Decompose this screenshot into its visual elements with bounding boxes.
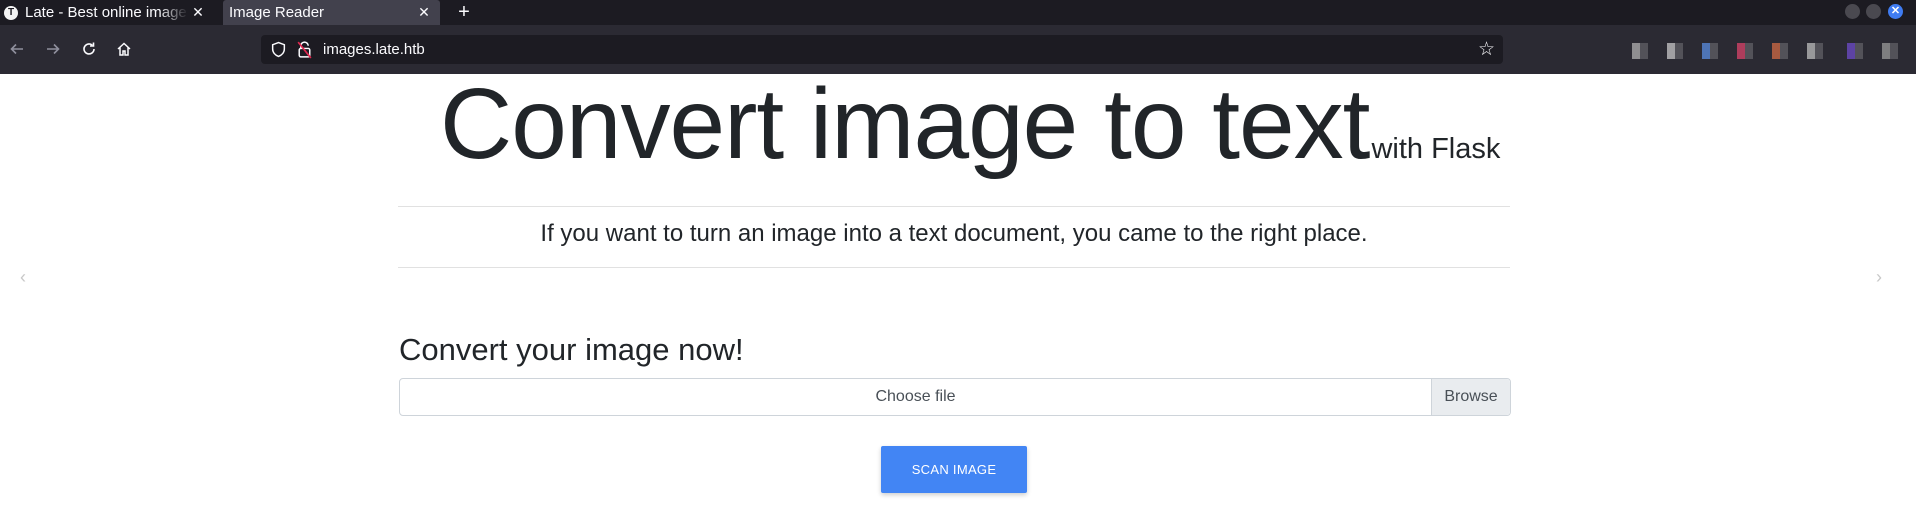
tab-title: Image Reader <box>229 4 325 21</box>
extension-icon[interactable] <box>1702 43 1718 59</box>
carousel-next-arrow-icon[interactable]: › <box>1876 267 1882 288</box>
hero-subtitle: with Flask <box>1371 133 1501 165</box>
carousel-prev-arrow-icon[interactable]: ‹ <box>20 267 26 288</box>
divider <box>398 206 1510 207</box>
page-content: ‹ › Convert image to textwith Flask If y… <box>0 68 1916 507</box>
tab-favicon: T <box>4 5 18 20</box>
scan-image-button[interactable]: SCAN IMAGE <box>881 446 1027 493</box>
choose-file-label[interactable]: Choose file <box>400 379 1431 415</box>
maximize-window-button[interactable] <box>1866 4 1881 19</box>
home-icon[interactable] <box>111 36 137 62</box>
form-heading: Convert your image now! <box>399 332 744 367</box>
extension-icon[interactable] <box>1882 43 1898 59</box>
forward-arrow-icon[interactable] <box>40 36 66 62</box>
back-arrow-icon[interactable] <box>4 36 30 62</box>
lead-text: If you want to turn an image into a text… <box>540 220 1368 247</box>
extension-icon[interactable] <box>1632 43 1648 59</box>
extension-icon[interactable] <box>1772 43 1788 59</box>
extension-icon[interactable] <box>1667 43 1683 59</box>
tab-late-home[interactable]: T Late - Best online image tools ✕ <box>0 0 214 25</box>
extension-icon[interactable] <box>1847 43 1863 59</box>
close-window-button[interactable]: ✕ <box>1888 4 1903 19</box>
insecure-lock-icon[interactable] <box>296 40 313 59</box>
new-tab-button[interactable]: + <box>453 0 475 25</box>
close-tab-icon[interactable]: ✕ <box>188 4 208 21</box>
file-upload-field[interactable]: Choose file Browse <box>399 378 1511 416</box>
tracking-shield-icon[interactable] <box>270 41 287 58</box>
extension-icon[interactable] <box>1737 43 1753 59</box>
page-title: Convert image to textwith Flask <box>440 67 1500 182</box>
tab-title: Late - Best online image tools <box>25 4 188 21</box>
hero-title: Convert image to text <box>440 68 1370 180</box>
divider <box>398 267 1510 268</box>
browse-button[interactable]: Browse <box>1431 379 1510 415</box>
bookmark-star-icon[interactable]: ☆ <box>1478 38 1495 61</box>
minimize-window-button[interactable] <box>1845 4 1860 19</box>
url-text[interactable]: images.late.htb <box>323 41 425 58</box>
close-tab-icon[interactable]: ✕ <box>414 4 434 21</box>
tab-strip: T Late - Best online image tools ✕ Image… <box>0 0 1916 25</box>
address-bar[interactable]: images.late.htb ☆ <box>261 35 1503 64</box>
reload-icon[interactable] <box>76 36 102 62</box>
tab-image-reader[interactable]: Image Reader ✕ <box>223 0 440 25</box>
extension-icon[interactable] <box>1807 43 1823 59</box>
